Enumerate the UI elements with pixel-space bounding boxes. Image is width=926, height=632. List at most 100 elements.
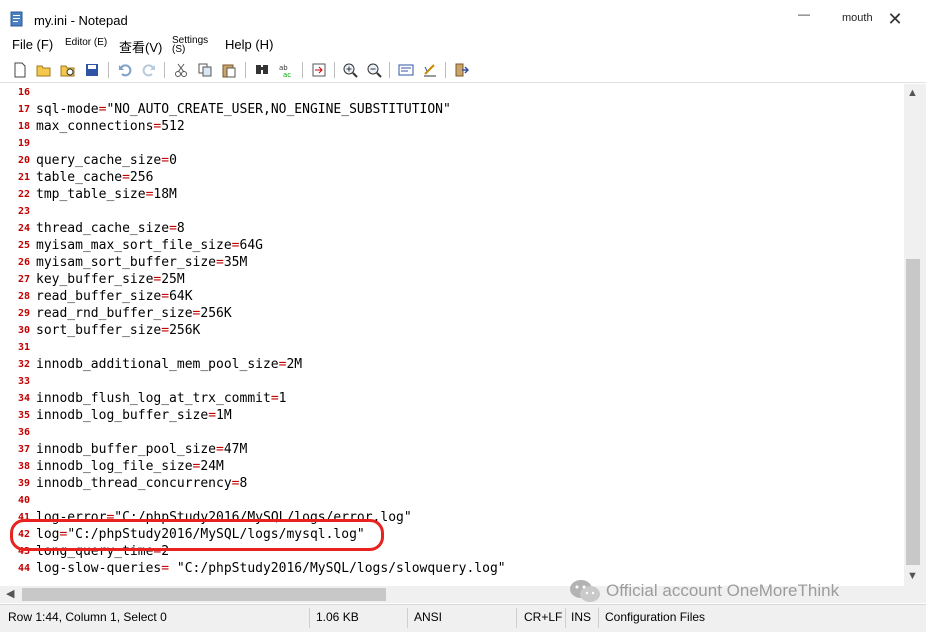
ini-key: max_connections <box>36 119 154 134</box>
ini-value: 8 <box>239 476 248 491</box>
open-folder-icon[interactable] <box>35 61 53 79</box>
status-encoding[interactable]: ANSI <box>414 610 442 624</box>
vertical-scrollbar[interactable]: ▲ ▼ <box>904 84 922 586</box>
menu-help[interactable]: Help (H) <box>225 37 273 52</box>
annotation-highlight-circle <box>10 519 384 551</box>
ini-equals: = <box>161 561 170 576</box>
scroll-down-icon[interactable]: ▼ <box>907 570 918 582</box>
ini-value: 24M <box>200 459 224 474</box>
toolbar-separator <box>389 62 390 78</box>
editor-line[interactable]: 44 log-slow-queries= "C:/phpStudy2016/MyS… <box>0 560 904 577</box>
zoom-in-icon[interactable] <box>341 61 359 79</box>
horizontal-scroll-thumb[interactable] <box>22 588 386 601</box>
editor-line[interactable]: 31 <box>0 339 904 356</box>
menu-view[interactable]: 查看(V) <box>119 37 162 56</box>
ini-equals: = <box>122 170 130 185</box>
status-line-ending[interactable]: CR+LF <box>524 610 562 624</box>
menu-file[interactable]: File (F) <box>12 37 53 52</box>
scheme-icon[interactable] <box>421 61 439 79</box>
editor-line[interactable]: 25 myisam_max_sort_file_size=64G <box>0 237 904 254</box>
redo-icon[interactable] <box>140 61 158 79</box>
status-file-size: 1.06 KB <box>316 610 359 624</box>
replace-icon[interactable]: ab ac <box>277 61 295 79</box>
editor-line[interactable]: 33 <box>0 373 904 390</box>
editor-line[interactable]: 27 key_buffer_size=25M <box>0 271 904 288</box>
line-number: 32 <box>18 359 31 370</box>
status-scheme[interactable]: Configuration Files <box>605 610 705 624</box>
status-separator <box>407 608 408 628</box>
save-icon[interactable] <box>83 61 101 79</box>
line-number: 28 <box>18 291 31 302</box>
editor-line[interactable]: 38 innodb_log_file_size=24M <box>0 458 904 475</box>
ini-value: 18M <box>153 187 177 202</box>
ini-equals: = <box>161 153 170 168</box>
editor-line[interactable]: 21 table_cache=256 <box>0 169 904 186</box>
open-recent-icon[interactable] <box>59 61 77 79</box>
toolbar-separator <box>108 62 109 78</box>
user-label: mouth <box>842 12 873 24</box>
minimize-button[interactable]: — <box>798 8 810 20</box>
ini-equals: = <box>231 476 240 491</box>
cut-icon[interactable] <box>172 61 190 79</box>
menu-settings[interactable]: Settings (S) <box>172 36 208 55</box>
ini-value: 256 <box>129 170 154 185</box>
wechat-icon <box>570 580 600 602</box>
editor-line[interactable]: 30 sort_buffer_size=256K <box>0 322 904 339</box>
find-icon[interactable] <box>253 61 271 79</box>
ini-value: 0 <box>169 153 177 168</box>
editor-line[interactable]: 35 innodb_log_buffer_size=1M <box>0 407 904 424</box>
status-insert-mode[interactable]: INS <box>571 610 591 624</box>
line-number: 22 <box>18 189 31 200</box>
ini-key: log-slow-queries <box>36 561 162 576</box>
line-number: 17 <box>18 104 31 115</box>
editor-line[interactable]: 24 thread_cache_size=8 <box>0 220 904 237</box>
exit-icon[interactable] <box>452 61 470 79</box>
new-file-icon[interactable] <box>11 61 29 79</box>
editor-line[interactable]: 37 innodb_buffer_pool_size=47M <box>0 441 904 458</box>
line-number: 25 <box>18 240 31 251</box>
line-code: key_buffer_size=25M <box>36 271 185 288</box>
line-code: read_buffer_size=64K <box>36 288 193 305</box>
ini-key: tmp_table_size <box>36 187 146 202</box>
editor-line[interactable]: 17 sql-mode="NO_AUTO_CREATE_USER,NO_ENGIN… <box>0 101 904 118</box>
goto-icon[interactable] <box>310 61 328 79</box>
scroll-up-icon[interactable]: ▲ <box>907 87 918 99</box>
line-number: 44 <box>18 563 31 574</box>
editor-line[interactable]: 36 <box>0 424 904 441</box>
editor-line[interactable]: 39 innodb_thread_concurrency=8 <box>0 475 904 492</box>
status-bar: Row 1:44, Column 1, Select 0 1.06 KB ANS… <box>0 604 926 632</box>
close-button[interactable]: ✕ <box>884 8 906 30</box>
editor-line[interactable]: 29 read_rnd_buffer_size=256K <box>0 305 904 322</box>
editor-line[interactable]: 20 query_cache_size=0 <box>0 152 904 169</box>
menu-editor[interactable]: Editor (E) <box>65 37 107 48</box>
ini-key: myisam_sort_buffer_size <box>36 255 217 270</box>
editor-line[interactable]: 32 innodb_additional_mem_pool_size=2M <box>0 356 904 373</box>
ini-equals: = <box>216 255 224 270</box>
line-number: 19 <box>18 138 31 149</box>
editor-line[interactable]: 22 tmp_table_size=18M <box>0 186 904 203</box>
ini-key: thread_cache_size <box>36 221 170 236</box>
paste-icon[interactable] <box>220 61 238 79</box>
status-position: Row 1:44, Column 1, Select 0 <box>8 610 167 624</box>
line-code: innodb_buffer_pool_size=47M <box>36 441 247 458</box>
copy-icon[interactable] <box>196 61 214 79</box>
editor-line[interactable]: 19 <box>0 135 904 152</box>
editor-line[interactable]: 40 <box>0 492 904 509</box>
ini-equals: = <box>161 289 170 304</box>
menu-bar: File (F) Editor (E) 查看(V) Settings (S) H… <box>0 34 926 56</box>
ini-key: innodb_flush_log_at_trx_commit <box>36 391 271 406</box>
editor-line[interactable]: 18 max_connections=512 <box>0 118 904 135</box>
line-number: 33 <box>18 376 31 387</box>
undo-icon[interactable] <box>116 61 134 79</box>
vertical-scroll-thumb[interactable] <box>906 259 920 565</box>
zoom-out-icon[interactable] <box>365 61 383 79</box>
editor-line[interactable]: 34 innodb_flush_log_at_trx_commit=1 <box>0 390 904 407</box>
editor-line[interactable]: 26 myisam_sort_buffer_size=35M <box>0 254 904 271</box>
scroll-left-icon[interactable]: ◀ <box>6 587 14 600</box>
editor-line[interactable]: 28 read_buffer_size=64K <box>0 288 904 305</box>
editor-line[interactable]: 23 <box>0 203 904 220</box>
ini-value: 25M <box>161 272 185 287</box>
word-wrap-icon[interactable] <box>397 61 415 79</box>
editor-line[interactable]: 16 <box>0 84 904 101</box>
editor-text-area[interactable]: 16 17 sql-mode="NO_AUTO_CREATE_USER,NO_ENG… <box>0 84 904 586</box>
